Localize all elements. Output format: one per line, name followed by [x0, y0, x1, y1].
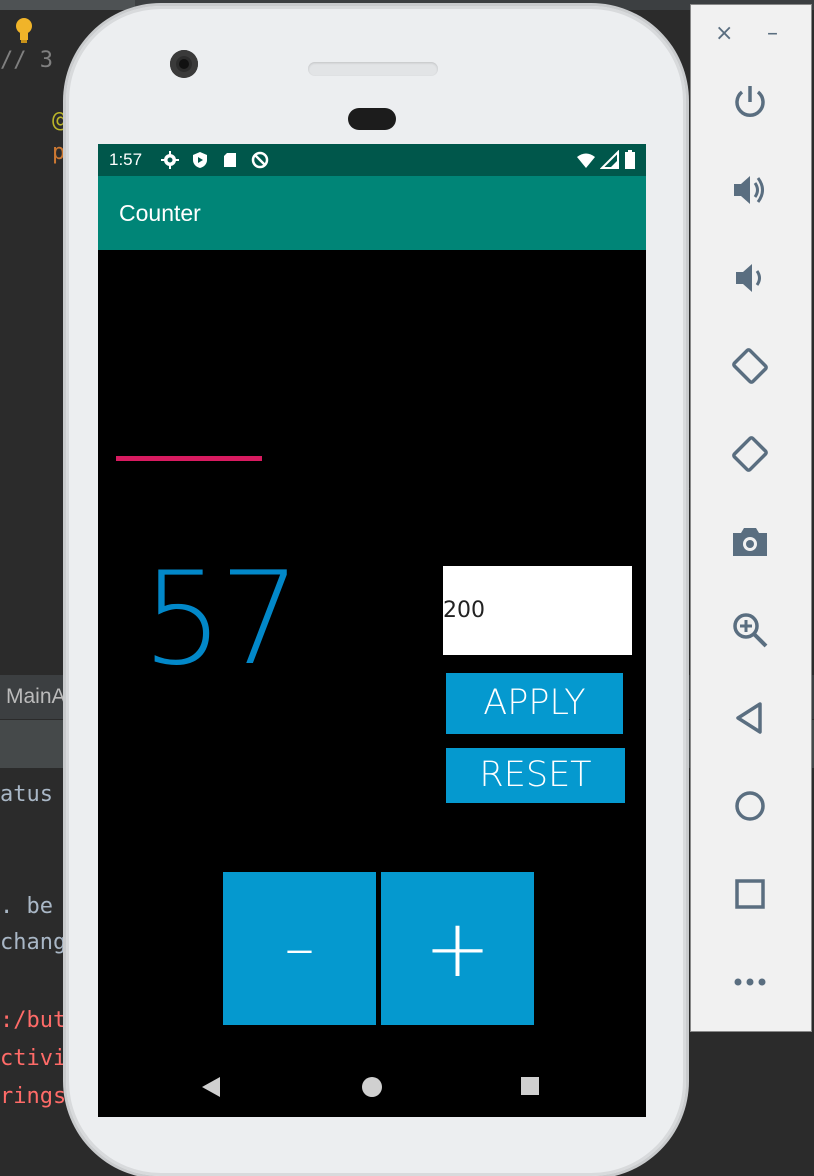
power-icon [735, 86, 765, 117]
log-line: chang [0, 930, 67, 955]
rotate-left-button[interactable] [725, 341, 775, 391]
close-icon[interactable]: × [715, 21, 733, 46]
wifi-icon [577, 153, 595, 168]
step-input[interactable] [443, 566, 632, 655]
shield-icon [193, 152, 207, 168]
minimize-icon[interactable]: – [767, 21, 778, 46]
increment-button[interactable]: + [381, 872, 534, 1025]
signal-icon [600, 150, 619, 169]
sd-card-icon [224, 153, 236, 167]
more-button[interactable] [725, 957, 775, 1007]
no-disturb-icon [251, 151, 269, 169]
emu-back-button[interactable] [725, 693, 775, 743]
home-icon[interactable] [362, 1077, 382, 1097]
status-bar: 1:57 [98, 144, 646, 176]
counter-value: 57 [142, 545, 301, 694]
zoom-icon [733, 613, 768, 648]
recents-icon[interactable] [521, 1077, 539, 1095]
volume-up-icon [734, 176, 764, 204]
power-button[interactable] [725, 77, 775, 127]
decrement-button[interactable]: – [223, 872, 376, 1025]
apply-button[interactable]: APPLY [446, 673, 623, 734]
settings-icon [161, 151, 179, 169]
status-time: 1:57 [109, 150, 143, 169]
volume-down-icon [736, 264, 761, 292]
speaker-grille [308, 62, 438, 76]
rotate-right-button[interactable] [725, 429, 775, 479]
log-line: atus [0, 782, 53, 807]
emu-home-button[interactable] [725, 781, 775, 831]
code-line: p [52, 140, 66, 165]
more-icon [734, 978, 766, 986]
app-title: Counter [119, 200, 201, 226]
back-icon[interactable] [202, 1077, 220, 1097]
earpiece [348, 108, 396, 130]
volume-down-button[interactable] [725, 253, 775, 303]
code-line: // 3 [0, 48, 53, 73]
rotate-right-icon [732, 436, 768, 472]
emu-overview-button[interactable] [725, 869, 775, 919]
app-bar: Counter [98, 176, 646, 250]
phone-screen: 1:57 Counter 57 200 APPLY RESET – + [98, 144, 646, 1117]
emulator-controls-panel: × – [690, 4, 812, 1032]
home-icon [735, 791, 765, 821]
ide-active-tab[interactable] [0, 0, 135, 10]
rotate-left-icon [732, 348, 768, 384]
zoom-button[interactable] [725, 605, 775, 655]
battery-icon [625, 150, 635, 169]
screenshot-button[interactable] [725, 517, 775, 567]
reset-button[interactable]: RESET [446, 748, 625, 803]
back-icon [736, 702, 762, 734]
lightbulb-icon[interactable] [14, 16, 34, 44]
code-line: @ [52, 108, 66, 133]
tool-tab-main[interactable]: MainA [6, 685, 66, 709]
accent-underline [116, 456, 262, 461]
front-camera [170, 50, 198, 78]
navigation-bar [98, 1057, 646, 1117]
camera-icon [733, 528, 767, 556]
volume-up-button[interactable] [725, 165, 775, 215]
overview-icon [735, 879, 765, 909]
log-line: rings [0, 1084, 67, 1109]
